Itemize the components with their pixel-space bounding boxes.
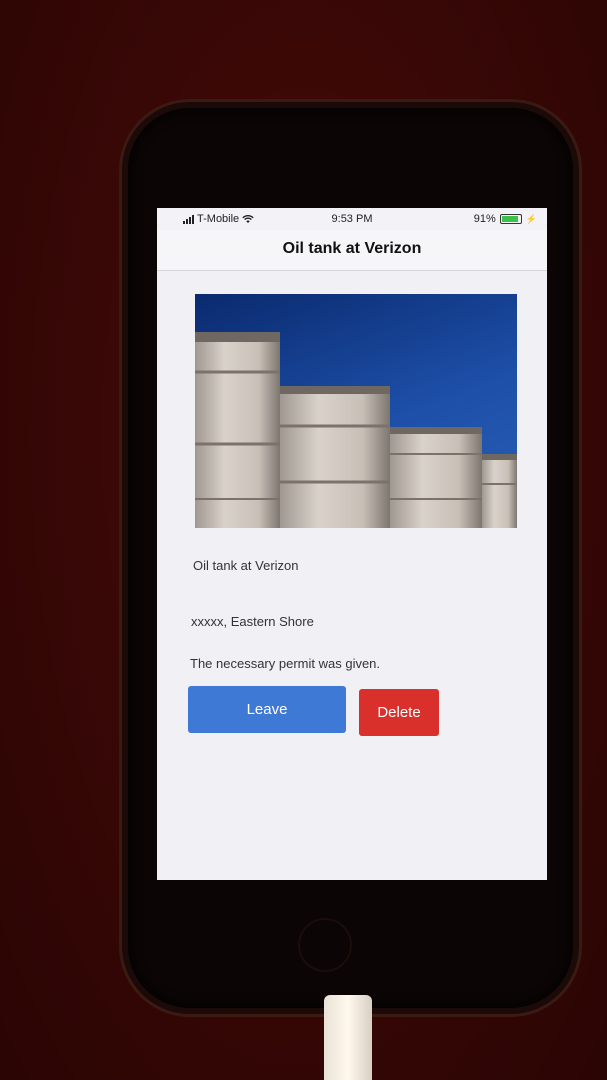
charging-cable <box>324 995 372 1080</box>
battery-group: 91% ⚡ <box>474 213 537 225</box>
detail-content: Oil tank at Verizon xxxxx, Eastern Shore… <box>157 271 547 880</box>
page-title: Oil tank at Verizon <box>282 240 422 257</box>
home-button[interactable] <box>298 918 352 972</box>
item-name: Oil tank at Verizon <box>193 558 299 573</box>
battery-percent: 91% <box>473 213 496 225</box>
delete-button[interactable]: Delete <box>359 689 439 736</box>
battery-icon <box>499 214 522 224</box>
battery-level <box>501 216 519 222</box>
item-note: The necessary permit was given. <box>190 656 381 671</box>
oil-tanks-image <box>195 332 517 528</box>
charging-icon: ⚡ <box>525 213 537 224</box>
navigation-bar: Oil tank at Verizon <box>157 230 547 271</box>
item-location: xxxxx, Eastern Shore <box>191 614 314 629</box>
oil-tanks-photo[interactable] <box>195 294 517 528</box>
status-bar: T-Mobile 9:53 PM 91% ⚡ <box>157 208 547 230</box>
leave-button[interactable]: Leave <box>188 686 346 733</box>
phone-screen: T-Mobile 9:53 PM 91% ⚡ Oil tank at Veriz… <box>157 208 547 880</box>
